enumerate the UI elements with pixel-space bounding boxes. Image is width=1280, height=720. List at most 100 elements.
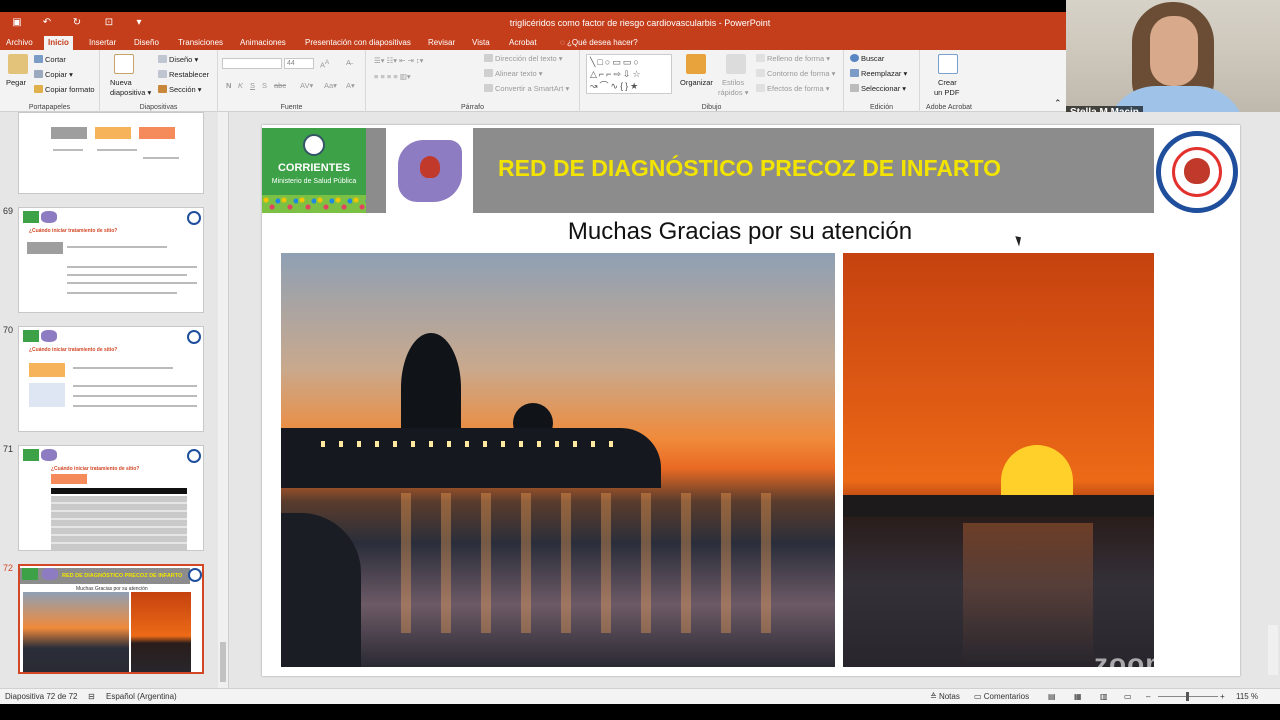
group-label-paragraph: Párrafo — [461, 104, 484, 111]
slide-thumbnail[interactable]: ¿Cuándo iniciar tratamiento de sitio? — [18, 207, 204, 313]
strikethrough-button[interactable]: abc — [274, 81, 286, 91]
arrange-button[interactable]: Organizar — [680, 78, 713, 88]
clear-format-button[interactable]: A̶ — [346, 58, 351, 68]
bold-button[interactable]: N — [226, 81, 231, 91]
tab-transiciones[interactable]: Transiciones — [174, 36, 227, 50]
scrollbar-thumb[interactable] — [220, 642, 226, 682]
arrange-icon[interactable] — [686, 54, 706, 74]
quick-styles-button-line2[interactable]: rápidos ▾ — [718, 88, 748, 98]
shore-silhouette — [281, 428, 661, 488]
copy-button[interactable]: Copiar ▾ — [34, 70, 73, 80]
font-name-field[interactable] — [222, 58, 282, 69]
bullets-button[interactable]: ☰▾ ☷▾ ⇤ ⇥ ↕▾ — [374, 56, 423, 66]
slide-thumbnail-selected[interactable]: RED DE DIAGNÓSTICO PRECOZ DE INFARTO Muc… — [18, 564, 204, 674]
grow-font-button[interactable]: AA — [320, 58, 329, 71]
paste-icon[interactable] — [8, 54, 28, 74]
text-direction-button[interactable]: Dirección del texto ▾ — [484, 54, 563, 64]
reset-button[interactable]: Restablecer — [158, 70, 209, 80]
slide-sorter-icon[interactable]: ▦ — [1074, 692, 1082, 701]
new-slide-button[interactable]: Nueva — [110, 78, 132, 88]
shadow-button[interactable]: S — [262, 81, 267, 91]
tab-vista[interactable]: Vista — [468, 36, 494, 50]
zoom-slider-handle[interactable] — [1186, 692, 1189, 701]
undo-icon[interactable]: ↶ — [40, 16, 54, 30]
mini-logo — [22, 568, 38, 580]
tell-me-search[interactable]: ◌ ¿Qué desea hacer? — [556, 36, 642, 50]
font-color-button[interactable]: A▾ — [346, 81, 355, 91]
create-pdf-button[interactable]: Crear — [938, 78, 957, 88]
decorative-dots — [262, 195, 366, 213]
font-size-field[interactable]: 44 — [284, 58, 314, 69]
slide-thumbnail[interactable]: ¿Cuándo iniciar tratamiento de sitio? — [18, 326, 204, 432]
smartart-button[interactable]: Convertir a SmartArt ▾ — [484, 84, 569, 94]
notes-button[interactable]: ≙ Notas — [930, 692, 960, 701]
slide-thumbnail[interactable] — [18, 112, 204, 194]
cursor-arrow-icon — [850, 84, 859, 92]
tab-archivo[interactable]: Archivo — [2, 36, 37, 50]
create-pdf-button-line2[interactable]: un PDF — [934, 88, 959, 98]
tab-insertar[interactable]: Insertar — [85, 36, 120, 50]
shape-outline-button[interactable]: Contorno de forma ▾ — [756, 69, 835, 79]
thumbnail-number: 71 — [3, 444, 14, 454]
normal-view-icon[interactable]: ▤ — [1048, 692, 1056, 701]
province-seal-icon — [303, 134, 325, 156]
shape-fill-button[interactable]: Relleno de forma ▾ — [756, 54, 830, 64]
screen-bottom-edge — [0, 704, 1280, 720]
start-slideshow-icon[interactable]: ⊡ — [102, 16, 116, 30]
language-indicator[interactable]: Español (Argentina) — [106, 692, 177, 701]
cut-button[interactable]: Cortar — [34, 55, 66, 65]
section-button[interactable]: Sección ▾ — [158, 85, 202, 95]
tab-acrobat[interactable]: Acrobat — [505, 36, 541, 50]
group-label-editing: Edición — [870, 104, 893, 111]
editor-scrollbar[interactable] — [1268, 625, 1278, 675]
zoom-level[interactable]: 115 % — [1236, 692, 1258, 701]
replace-button[interactable]: Reemplazar ▾ — [850, 69, 907, 79]
mini-text — [143, 157, 179, 159]
zoom-out-button[interactable]: – — [1146, 692, 1150, 701]
group-paragraph: ☰▾ ☷▾ ⇤ ⇥ ↕▾ ≡ ≡ ≡ ≡ ▥▾ Dirección del te… — [366, 50, 580, 112]
align-buttons[interactable]: ≡ ≡ ≡ ≡ ▥▾ — [374, 72, 411, 82]
new-slide-button-line2[interactable]: diapositiva ▾ — [110, 88, 151, 98]
tab-revisar[interactable]: Revisar — [424, 36, 459, 50]
redo-icon[interactable]: ↻ — [70, 16, 84, 30]
char-spacing-button[interactable]: AV▾ — [300, 81, 313, 91]
tab-animaciones[interactable]: Animaciones — [236, 36, 290, 50]
save-icon[interactable]: ▣ — [10, 16, 24, 30]
mini-map — [41, 211, 57, 223]
ribbon-tabs: Archivo Inicio Insertar Diseño Transicio… — [0, 34, 1066, 50]
spellcheck-icon[interactable]: ⊟ — [88, 692, 95, 701]
shapes-gallery[interactable]: ╲□○▭▭○ △⌐⌐⇨⇩☆ ↝⌒∿{}★ — [586, 54, 672, 94]
layout-button[interactable]: Diseño ▾ — [158, 55, 198, 65]
slide-thumbnail[interactable]: ¿Cuándo iniciar tratamiento de sitio? — [18, 445, 204, 551]
mini-shape — [95, 127, 131, 139]
mini-text — [67, 282, 197, 284]
group-acrobat: Crear un PDF Adobe Acrobat — [920, 50, 978, 112]
zoom-in-button[interactable]: + — [1220, 692, 1225, 701]
underline-button[interactable]: S — [250, 81, 255, 91]
quick-styles-icon[interactable] — [726, 54, 746, 74]
align-text-button[interactable]: Alinear texto ▾ — [484, 69, 543, 79]
screen-top-edge — [0, 0, 1066, 12]
quick-styles-button[interactable]: Estilos — [722, 78, 744, 88]
new-slide-icon[interactable] — [114, 54, 134, 74]
paste-button[interactable]: Pegar — [6, 78, 26, 88]
slideshow-view-icon[interactable]: ▭ — [1124, 692, 1132, 701]
shape-effects-button[interactable]: Efectos de forma ▾ — [756, 84, 830, 94]
comments-button[interactable]: ▭ Comentarios — [974, 692, 1029, 701]
change-case-button[interactable]: Aa▾ — [324, 81, 337, 91]
customize-toolbar-icon[interactable]: ▾ — [132, 16, 146, 30]
tab-diseno[interactable]: Diseño — [130, 36, 163, 50]
reading-view-icon[interactable]: ▥ — [1100, 692, 1108, 701]
pdf-icon[interactable] — [938, 54, 958, 74]
format-painter-button[interactable]: Copiar formato — [34, 85, 95, 95]
mini-seal — [187, 449, 201, 463]
tab-inicio[interactable]: Inicio — [44, 36, 73, 50]
tab-presentacion[interactable]: Presentación con diapositivas — [301, 36, 415, 50]
mini-text — [73, 395, 197, 397]
italic-button[interactable]: K — [238, 81, 243, 91]
select-button[interactable]: Seleccionar ▾ — [850, 84, 906, 94]
window-title: triglicéridos como factor de riesgo card… — [509, 18, 771, 28]
find-button[interactable]: Buscar — [850, 54, 884, 64]
thumbnail-scrollbar[interactable] — [218, 112, 228, 688]
collapse-ribbon-icon[interactable]: ⌃ — [1054, 98, 1062, 108]
